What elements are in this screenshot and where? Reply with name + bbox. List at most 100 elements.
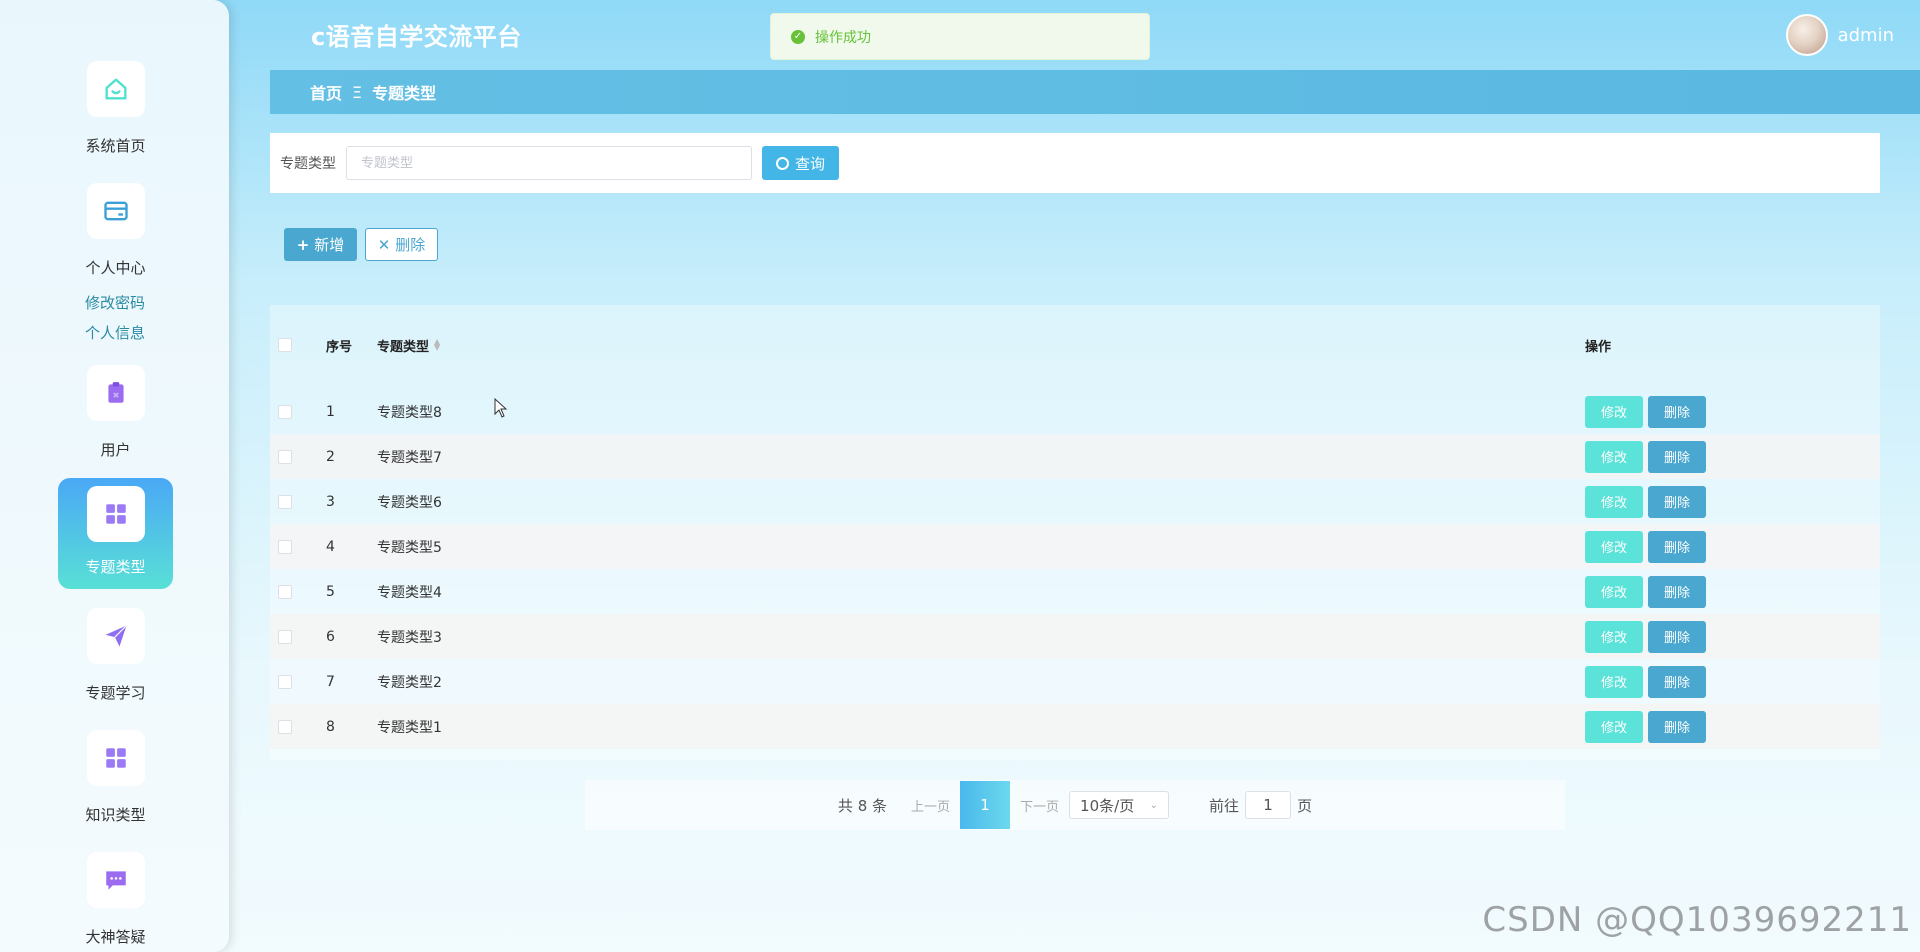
cell-no: 6 (326, 628, 335, 645)
row-checkbox[interactable] (278, 584, 292, 599)
cell-topic-type: 专题类型5 (377, 539, 442, 556)
edit-button[interactable]: 修改 (1585, 485, 1643, 518)
page-size-select[interactable]: 10条/页 ⌄ (1069, 791, 1170, 819)
query-button[interactable]: 查询 (762, 146, 839, 180)
row-actions: 修改 删除 (1585, 485, 1706, 518)
clipboard-icon (86, 365, 145, 421)
header-topic-type[interactable]: 专题类型 ▲ ▼ (377, 336, 440, 355)
sidebar-item-expert-qa[interactable]: 大神答疑 (58, 852, 173, 947)
pagination: 共 8 条 上一页 1 下一页 10条/页 ⌄ 前往 页 (585, 780, 1565, 830)
table-row: 8 专题类型1 修改 删除 (270, 704, 1880, 749)
avatar[interactable] (1785, 14, 1828, 56)
search-icon (775, 156, 789, 170)
cell-topic-type: 专题类型7 (377, 449, 442, 466)
mouse-cursor-icon (494, 398, 508, 418)
sidebar-item-knowledge-type[interactable]: 知识类型 (58, 730, 173, 825)
select-all-checkbox[interactable] (278, 338, 292, 352)
breadcrumb-home[interactable]: 首页 (310, 80, 342, 104)
pagination-total: 共 8 条 (837, 796, 888, 815)
edit-button[interactable]: 修改 (1585, 530, 1643, 563)
row-checkbox[interactable] (278, 629, 292, 644)
delete-button[interactable]: 删除 (1648, 575, 1706, 608)
row-actions: 修改 删除 (1585, 710, 1706, 743)
cell-topic-type: 专题类型1 (377, 719, 442, 736)
delete-button[interactable]: 删除 (1648, 440, 1706, 473)
delete-button[interactable]: 删除 (1648, 485, 1706, 518)
cell-topic-type: 专题类型2 (377, 674, 442, 691)
sidebar-item-label: 用户 (100, 441, 131, 459)
row-checkbox[interactable] (278, 449, 292, 464)
header-ops: 操作 (1585, 339, 1612, 355)
row-checkbox[interactable] (278, 719, 292, 734)
cell-topic-type: 专题类型6 (377, 494, 442, 511)
table-row: 4 专题类型5 修改 删除 (270, 524, 1880, 569)
username[interactable]: admin (1838, 25, 1894, 46)
table-row: 5 专题类型4 修改 删除 (270, 569, 1880, 614)
delete-button[interactable]: 删除 (1648, 395, 1706, 428)
sidebar: 系统首页 个人中心 修改密码 个人信息 用户 专题类型 专题学习 知识类型 大神… (0, 0, 229, 952)
row-checkbox[interactable] (278, 674, 292, 689)
table-row: 1 专题类型8 修改 删除 (270, 389, 1880, 434)
next-page-button[interactable]: 下一页 (1020, 796, 1059, 815)
breadcrumb: 首页 Ξ 专题类型 (270, 70, 1920, 114)
table-row: 2 专题类型7 修改 删除 (270, 434, 1880, 479)
search-label: 专题类型 (280, 156, 336, 172)
sidebar-item-label: 系统首页 (85, 137, 146, 155)
chevron-down-icon: ⌄ (1149, 799, 1159, 811)
sidebar-item-label: 专题学习 (85, 684, 146, 702)
search-input[interactable] (346, 146, 752, 180)
delete-button[interactable]: 删除 (1648, 530, 1706, 563)
cell-no: 1 (326, 403, 335, 420)
goto-page-input[interactable] (1245, 791, 1292, 819)
table-row: 7 专题类型2 修改 删除 (270, 659, 1880, 704)
sidebar-item-label: 个人中心 (85, 259, 146, 277)
card-icon (86, 183, 145, 239)
cell-topic-type: 专题类型3 (377, 629, 442, 646)
row-checkbox[interactable] (278, 539, 292, 554)
sort-icon[interactable]: ▲ ▼ (434, 338, 440, 352)
sidebar-sub-personal-info[interactable]: 个人信息 (85, 322, 145, 343)
prev-page-button[interactable]: 上一页 (911, 796, 950, 815)
page-number-current[interactable]: 1 (960, 781, 1011, 829)
batch-delete-button-label: 删除 (395, 236, 426, 254)
add-button[interactable]: + 新增 (284, 228, 357, 261)
row-checkbox[interactable] (278, 404, 292, 419)
toast-message: 操作成功 (815, 29, 871, 46)
delete-button[interactable]: 删除 (1648, 665, 1706, 698)
breadcrumb-current: 专题类型 (372, 84, 437, 103)
sidebar-sub-change-password[interactable]: 修改密码 (85, 292, 145, 313)
sidebar-item-topic-study[interactable]: 专题学习 (58, 608, 173, 703)
app-title: c语音自学交流平台 (311, 23, 522, 51)
sidebar-item-topic-type[interactable]: 专题类型 (58, 478, 173, 589)
cell-topic-type: 专题类型4 (377, 584, 442, 601)
user-menu[interactable]: admin (1785, 14, 1894, 56)
edit-button[interactable]: 修改 (1585, 665, 1643, 698)
sidebar-item-label: 专题类型 (85, 558, 146, 576)
cell-no: 7 (326, 673, 335, 690)
sidebar-item-label: 知识类型 (85, 806, 146, 824)
delete-button[interactable]: 删除 (1648, 710, 1706, 743)
row-actions: 修改 删除 (1585, 395, 1706, 428)
cell-no: 5 (326, 583, 335, 600)
edit-button[interactable]: 修改 (1585, 710, 1643, 743)
batch-delete-button[interactable]: ✕ 删除 (365, 228, 438, 261)
edit-button[interactable]: 修改 (1585, 620, 1643, 653)
row-actions: 修改 删除 (1585, 530, 1706, 563)
cell-no: 4 (326, 538, 335, 555)
cell-no: 2 (326, 448, 335, 465)
row-checkbox[interactable] (278, 494, 292, 509)
table-header: 序号 专题类型 ▲ ▼ 操作 (270, 305, 1880, 385)
sidebar-item-users[interactable]: 用户 (58, 365, 173, 460)
row-actions: 修改 删除 (1585, 620, 1706, 653)
watermark: CSDN @QQ1039692211 (1482, 900, 1912, 940)
sidebar-item-home[interactable]: 系统首页 (58, 61, 173, 156)
edit-button[interactable]: 修改 (1585, 575, 1643, 608)
sidebar-item-personal-center[interactable]: 个人中心 (58, 183, 173, 278)
table-row: 3 专题类型6 修改 删除 (270, 479, 1880, 524)
paper-plane-icon (86, 608, 145, 664)
edit-button[interactable]: 修改 (1585, 395, 1643, 428)
delete-button[interactable]: 删除 (1648, 620, 1706, 653)
edit-button[interactable]: 修改 (1585, 440, 1643, 473)
cell-no: 8 (326, 718, 335, 735)
breadcrumb-separator: Ξ (352, 82, 363, 102)
